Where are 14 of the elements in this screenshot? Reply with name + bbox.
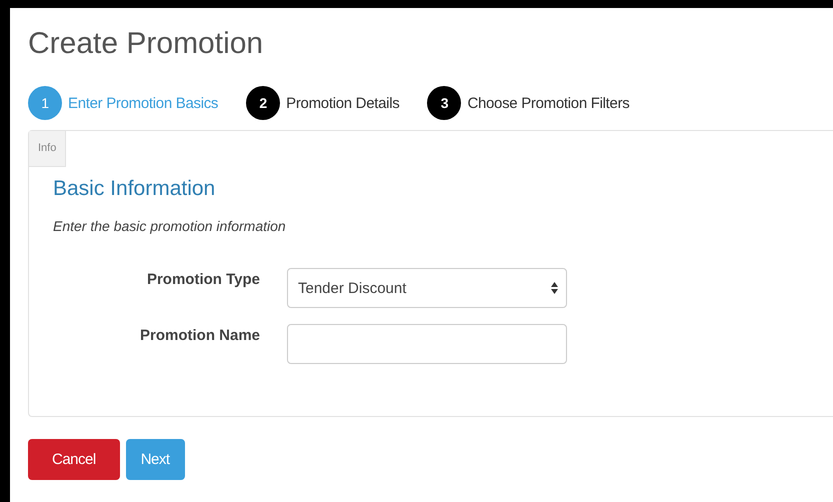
info-tab[interactable]: Info [29, 131, 66, 167]
wizard-step[interactable]: 3 Choose Promotion Filters [427, 86, 630, 120]
input-field[interactable] [287, 324, 567, 364]
next-button[interactable]: Next [126, 439, 185, 480]
field-label: Promotion Type [146, 270, 260, 288]
section-heading: Basic Information [53, 177, 216, 201]
cancel-button[interactable]: Cancel [28, 439, 120, 480]
field-label: Promotion Name [138, 326, 260, 344]
wizard-step[interactable]: 2 Promotion Details [246, 86, 400, 120]
page-title: Create Promotion [28, 26, 264, 62]
section-description: Enter the basic promotion information [53, 218, 287, 234]
promotion-type-select[interactable]: Tender Discount [287, 268, 567, 308]
sort-arrows-icon [551, 282, 558, 294]
wizard-step[interactable]: 1 Enter Promotion Basics [28, 86, 218, 120]
